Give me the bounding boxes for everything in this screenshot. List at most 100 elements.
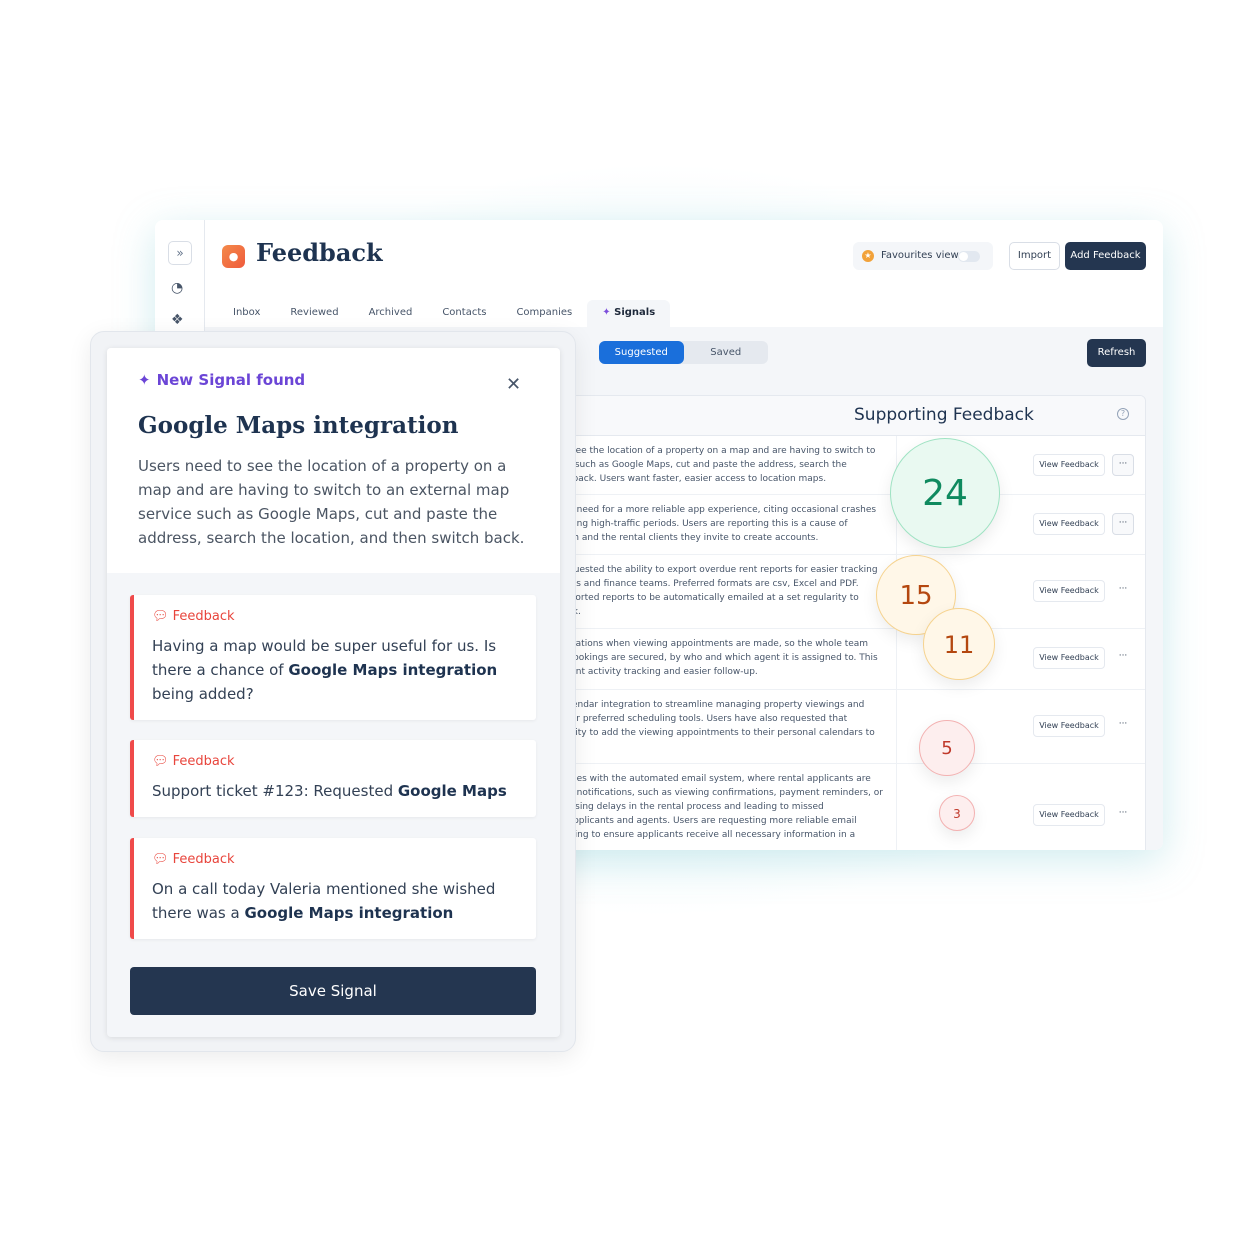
feedback-label: 💬︎ Feedback (152, 852, 518, 867)
tab-inbox[interactable]: Inbox (218, 300, 275, 327)
summary-line: the need for a more reliable app experie… (560, 505, 877, 515)
tab-signals-label: Signals (614, 307, 656, 318)
supporting-feedback-panel: Supporting Feedback? to see the location… (560, 395, 1146, 850)
row-summary: tifications when viewing appointments ar… (560, 637, 894, 679)
feedback-count-bubble: 11 (923, 608, 995, 680)
summary-line: lords and finance teams. Preferred forma… (560, 579, 859, 589)
panel-title: Supporting Feedback (854, 405, 1034, 425)
summary-line: exported reports to be automatically ema… (560, 593, 859, 603)
feedback-highlight: Google Maps integration (244, 904, 454, 922)
view-feedback-button[interactable]: View Feedback (1033, 715, 1105, 737)
summary-line: during high-traffic periods. Users are r… (560, 519, 848, 529)
favourites-view-toggle[interactable]: ★ Favourites view (853, 242, 993, 270)
feedback-text-post: being added? (152, 685, 254, 703)
sparkle-icon: ✦ (138, 371, 151, 389)
saved-option[interactable]: Saved (684, 341, 769, 364)
more-options-button[interactable]: ··· (1112, 715, 1134, 737)
summary-line: agent activity tracking and easier follo… (560, 667, 758, 677)
summary-line: task. (561, 605, 882, 619)
row-summary: requested the ability to export overdue … (560, 563, 894, 619)
summary-line: ant notifications, such as viewing confi… (560, 788, 883, 798)
cubes-icon[interactable]: ❖ (171, 312, 184, 328)
speech-bubble-icon: 💬︎ (152, 852, 169, 867)
speech-bubble-icon: 💬︎ (152, 609, 169, 624)
signal-description: Users need to see the location of a prop… (138, 457, 525, 547)
more-options-button[interactable]: ··· (1112, 580, 1134, 602)
feedback-highlight: Google Maps integration (288, 661, 498, 679)
feedback-text: Having a map would be super useful for u… (152, 634, 518, 706)
tab-companies[interactable]: Companies (501, 300, 587, 327)
summary-line: hem and the rental clients they invite t… (560, 533, 819, 543)
feedback-item[interactable]: 💬︎ Feedback Support ticket #123: Requeste… (130, 740, 536, 817)
table-row: requested the ability to export overdue … (561, 555, 1145, 629)
signal-title: Google Maps integration (138, 412, 459, 439)
speech-bubble-icon: 💬︎ (152, 754, 169, 769)
summary-line: requested the ability to export overdue … (560, 565, 878, 575)
tabs: Inbox Reviewed Archived Contacts Compani… (218, 300, 671, 327)
feedback-text: On a call today Valeria mentioned she wi… (152, 877, 518, 925)
dashboard-gauge-icon[interactable]: ◔ (171, 280, 183, 296)
add-feedback-button[interactable]: Add Feedback (1065, 242, 1146, 270)
view-feedback-button[interactable]: View Feedback (1033, 647, 1105, 669)
favourites-label: Favourites view (881, 250, 959, 261)
star-icon: ★ (862, 250, 874, 262)
tab-reviewed[interactable]: Reviewed (275, 300, 353, 327)
signal-header: New Signal found (156, 371, 306, 389)
close-icon[interactable]: ✕ (506, 374, 521, 395)
view-feedback-button[interactable]: View Feedback (1033, 513, 1105, 535)
feedback-count-bubble: 24 (890, 438, 1000, 548)
row-summary: calendar integration to streamline manag… (560, 698, 894, 740)
feedback-count-bubble: 5 (919, 720, 975, 776)
feedback-logo-icon: ● (222, 245, 245, 268)
sparkle-icon: ✦ (602, 307, 611, 318)
suggested-saved-toggle: Suggested Saved (599, 341, 768, 364)
feedback-label-text: Feedback (172, 852, 235, 867)
toggle-switch[interactable] (958, 251, 980, 262)
summary-line: h applicants and agents. Users are reque… (560, 816, 857, 826)
suggested-option[interactable]: Suggested (599, 341, 684, 364)
summary-line: to see the location of a property on a m… (560, 446, 876, 456)
summary-line: ch back. Users want faster, easier acces… (560, 474, 827, 484)
row-summary: the need for a more reliable app experie… (560, 503, 894, 545)
summary-line: n bookings are secured, by who and which… (560, 653, 878, 663)
view-feedback-button[interactable]: View Feedback (1033, 454, 1105, 476)
tab-archived[interactable]: Archived (354, 300, 428, 327)
feedback-text: Support ticket #123: Requested Google Ma… (152, 779, 518, 803)
summary-line: ice such as Google Maps, cut and paste t… (560, 460, 847, 470)
summary-line: acking to ensure applicants receive all … (560, 830, 856, 840)
expand-sidebar-button[interactable]: » (168, 241, 192, 265)
refresh-button[interactable]: Refresh (1087, 339, 1146, 367)
view-feedback-button[interactable]: View Feedback (1033, 804, 1105, 826)
more-options-button[interactable]: ··· (1112, 804, 1134, 826)
summary-line: their preferred scheduling tools. Users … (560, 714, 848, 724)
feedback-text-pre: Support ticket #123: Requested (152, 782, 398, 800)
summary-line: issues with the automated email system, … (560, 774, 871, 784)
summary-line: calendar integration to streamline manag… (560, 700, 865, 710)
more-options-button[interactable]: ··· (1112, 647, 1134, 669)
tab-contacts[interactable]: Contacts (427, 300, 501, 327)
row-summary: issues with the automated email system, … (560, 772, 894, 842)
feedback-label: 💬︎ Feedback (152, 754, 518, 769)
summary-line: causing delays in the rental process and… (560, 802, 824, 812)
feedback-label-text: Feedback (172, 609, 235, 624)
feedback-item[interactable]: 💬︎ Feedback On a call today Valeria menti… (130, 838, 536, 939)
feedback-label-text: Feedback (172, 754, 235, 769)
help-icon[interactable]: ? (1117, 408, 1129, 420)
more-options-button[interactable]: ··· (1112, 454, 1134, 476)
feedback-item[interactable]: 💬︎ Feedback Having a map would be super u… (130, 595, 536, 720)
import-button[interactable]: Import (1009, 242, 1060, 270)
more-options-button[interactable]: ··· (1112, 513, 1134, 535)
table-row: issues with the automated email system, … (561, 764, 1145, 850)
new-signal-card: ✦ New Signal found ✕ Google Maps integrat… (90, 331, 576, 1052)
summary-line: tifications when viewing appointments ar… (560, 639, 869, 649)
table-row: to see the location of a property on a m… (561, 436, 1145, 495)
feedback-label: 💬︎ Feedback (152, 609, 518, 624)
tab-signals[interactable]: ✦ Signals (587, 300, 671, 327)
save-signal-button[interactable]: Save Signal (130, 967, 536, 1015)
table-row: tifications when viewing appointments ar… (561, 629, 1145, 690)
table-row: calendar integration to streamline manag… (561, 690, 1145, 764)
row-summary: to see the location of a property on a m… (560, 444, 894, 486)
view-feedback-button[interactable]: View Feedback (1033, 580, 1105, 602)
feedback-count-bubble: 3 (939, 795, 975, 831)
summary-line: ability to add the viewing appointments … (560, 728, 875, 738)
